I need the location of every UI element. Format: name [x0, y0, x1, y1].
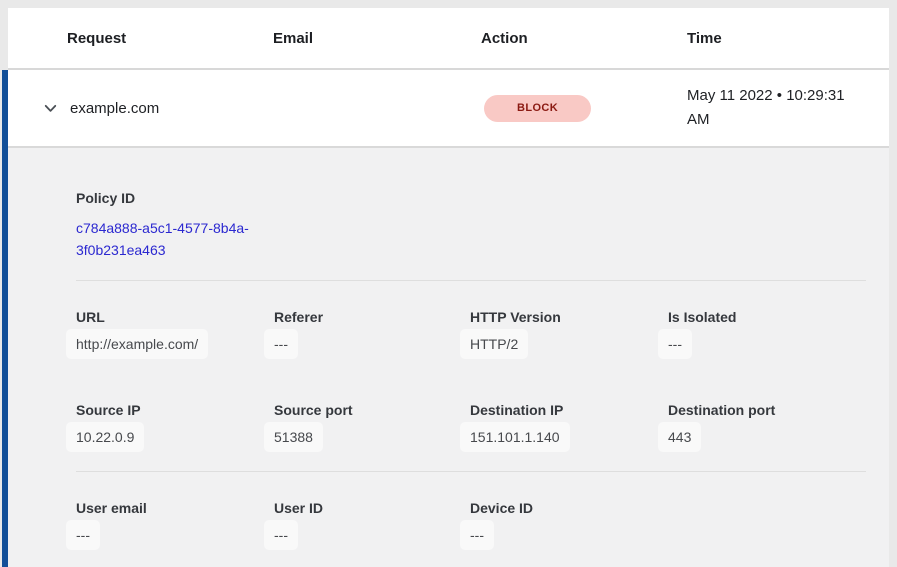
source-ip-value: 10.22.0.9	[66, 422, 144, 452]
column-header-request: Request	[8, 30, 273, 47]
column-header-email: Email	[273, 30, 481, 47]
expanded-log-entry: example.com BLOCK May 11 2022 • 10:29:31…	[8, 70, 889, 567]
field-user-id: User ID ---	[274, 500, 470, 550]
user-email-label: User email	[76, 500, 274, 516]
user-email-value: ---	[66, 520, 100, 550]
field-source-port: Source port 51388	[274, 402, 470, 452]
source-port-label: Source port	[274, 402, 470, 418]
destination-port-label: Destination port	[668, 402, 866, 418]
table-row[interactable]: example.com BLOCK May 11 2022 • 10:29:31…	[8, 70, 889, 148]
url-value: http://example.com/	[66, 329, 208, 359]
url-label: URL	[76, 309, 274, 325]
http-version-value: HTTP/2	[460, 329, 528, 359]
field-url: URL http://example.com/	[76, 309, 274, 359]
source-port-value: 51388	[264, 422, 323, 452]
field-destination-port: Destination port 443	[668, 402, 866, 452]
user-id-value: ---	[264, 520, 298, 550]
column-header-action: Action	[481, 30, 687, 47]
field-device-id: Device ID ---	[470, 500, 668, 550]
is-isolated-label: Is Isolated	[668, 309, 866, 325]
field-destination-ip: Destination IP 151.101.1.140	[470, 402, 668, 452]
column-header-time: Time	[687, 30, 889, 47]
field-source-ip: Source IP 10.22.0.9	[76, 402, 274, 452]
destination-port-value: 443	[658, 422, 701, 452]
source-ip-label: Source IP	[76, 402, 274, 418]
user-id-label: User ID	[274, 500, 470, 516]
policy-section: Policy ID c784a888-a5c1-4577-8b4a-3f0b23…	[76, 148, 866, 281]
detail-row-url: URL http://example.com/ Referer --- HTTP…	[76, 309, 866, 359]
field-http-version: HTTP Version HTTP/2	[470, 309, 668, 359]
row-request-value: example.com	[70, 100, 159, 117]
row-time-value: May 11 2022 • 10:29:31 AM	[687, 84, 857, 132]
destination-ip-value: 151.101.1.140	[460, 422, 570, 452]
referer-value: ---	[264, 329, 298, 359]
detail-row-user: User email --- User ID --- Device ID ---	[76, 500, 866, 550]
device-id-label: Device ID	[470, 500, 668, 516]
table-header: Request Email Action Time	[8, 8, 889, 70]
log-detail-panel: Policy ID c784a888-a5c1-4577-8b4a-3f0b23…	[8, 148, 889, 567]
field-empty	[668, 500, 866, 550]
device-id-value: ---	[460, 520, 494, 550]
request-details-section: URL http://example.com/ Referer --- HTTP…	[76, 281, 866, 472]
is-isolated-value: ---	[658, 329, 692, 359]
field-referer: Referer ---	[274, 309, 470, 359]
user-details-section: User email --- User ID --- Device ID ---	[76, 472, 866, 567]
row-request-cell: example.com	[8, 100, 273, 117]
policy-id-label: Policy ID	[76, 190, 866, 206]
log-table-card: Request Email Action Time example.com BL…	[8, 8, 889, 567]
http-version-label: HTTP Version	[470, 309, 668, 325]
field-is-isolated: Is Isolated ---	[668, 309, 866, 359]
status-badge-block: BLOCK	[484, 95, 591, 122]
selected-row-accent-bar	[2, 70, 8, 567]
policy-id-link[interactable]: c784a888-a5c1-4577-8b4a-3f0b231ea463	[76, 218, 276, 261]
destination-ip-label: Destination IP	[470, 402, 668, 418]
chevron-down-icon[interactable]	[42, 100, 59, 117]
row-action-cell: BLOCK	[481, 95, 687, 122]
referer-label: Referer	[274, 309, 470, 325]
detail-row-network: Source IP 10.22.0.9 Source port 51388 De…	[76, 402, 866, 452]
field-user-email: User email ---	[76, 500, 274, 550]
